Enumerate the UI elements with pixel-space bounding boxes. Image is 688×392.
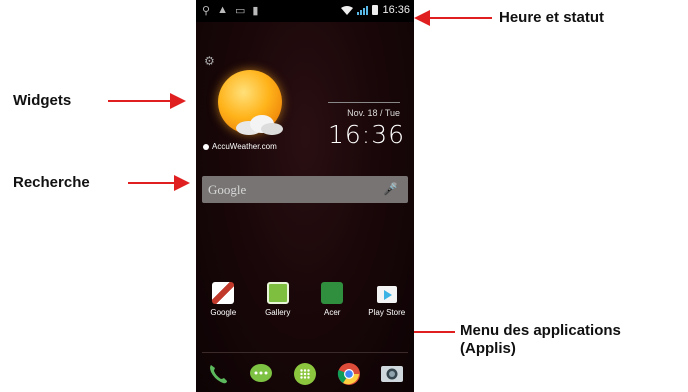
messaging-icon[interactable] xyxy=(249,362,273,386)
clock-divider xyxy=(328,102,400,103)
app-gallery[interactable]: Gallery xyxy=(252,282,304,317)
weather-widget[interactable] xyxy=(208,60,292,144)
search-bar-text: Google xyxy=(208,181,247,197)
chrome-icon[interactable] xyxy=(337,362,361,386)
app-play-store[interactable]: Play Store xyxy=(361,282,413,317)
app-label: Gallery xyxy=(265,308,291,317)
acer-cloud-icon xyxy=(321,282,344,304)
app-acer[interactable]: Acer xyxy=(306,282,358,317)
usb-icon: ⚲ xyxy=(202,5,211,17)
dock-divider xyxy=(202,352,408,353)
clock-date: Nov. 18 / Tue xyxy=(347,108,400,118)
signal-icon xyxy=(357,5,369,15)
warning-icon: ▲ xyxy=(217,4,228,16)
image-icon: ▭ xyxy=(234,5,246,17)
cloud-icon xyxy=(236,115,283,135)
clock-time: 16:36 xyxy=(328,120,406,149)
accuweather-text: AccuWeather.com xyxy=(212,142,277,151)
app-label: Google xyxy=(210,308,237,317)
accuweather-logo-icon xyxy=(203,143,209,150)
dock xyxy=(196,358,414,390)
phone-icon[interactable] xyxy=(206,362,230,386)
wifi-icon xyxy=(341,5,354,15)
app-google[interactable]: Google xyxy=(197,282,249,317)
google-search-bar[interactable]: Google 🎤 xyxy=(202,176,408,203)
play-store-icon xyxy=(376,286,397,303)
status-bar: ⚲ ▲ ▭ ▮ 16:36 xyxy=(196,0,414,22)
gallery-icon xyxy=(266,282,289,304)
clock-widget[interactable]: Nov. 18 / Tue 16:36 xyxy=(328,102,406,149)
accuweather-label: AccuWeather.com xyxy=(203,142,277,151)
phone-home-screen: ⚲ ▲ ▭ ▮ 16:36 ⚙ AccuWeather.com Nov. 18 … xyxy=(196,0,414,392)
app-label: Acer xyxy=(324,308,341,317)
microphone-icon[interactable]: 🎤 xyxy=(383,182,398,196)
app-drawer-icon[interactable] xyxy=(293,362,317,386)
home-app-row: Google Gallery Acer Play Store xyxy=(196,282,414,317)
status-time: 16:36 xyxy=(382,4,410,16)
gmail-icon xyxy=(212,282,235,304)
app-label: Play Store xyxy=(368,308,406,317)
camera-icon[interactable] xyxy=(380,362,404,386)
sd-card-icon: ▮ xyxy=(252,5,259,17)
battery-icon xyxy=(372,5,379,15)
